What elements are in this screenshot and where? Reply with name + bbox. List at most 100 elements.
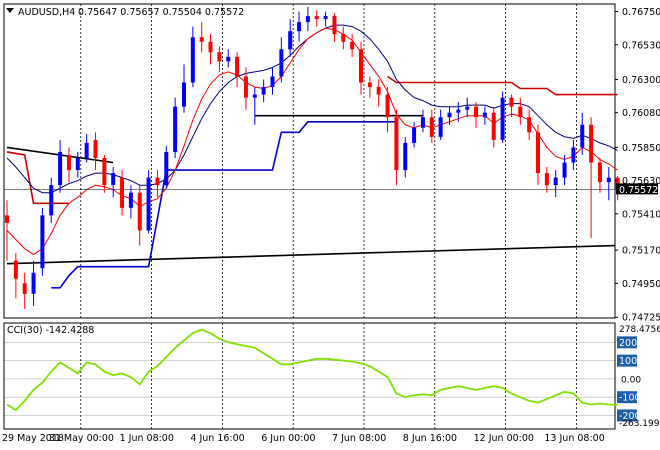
y-tick-label: 0.75850 <box>622 143 660 154</box>
candle-body <box>261 87 266 95</box>
current-price-label: 0.75572 <box>619 185 658 196</box>
candle <box>164 145 169 189</box>
current-price-tag: 0.75572 <box>616 183 658 196</box>
y-tick-label: 0.75410 <box>622 209 660 220</box>
time-axis: 29 May 201831 May 00:00 1 Jun 08:00 4 Jun … <box>2 433 605 444</box>
price-chart[interactable]: 0.76750 0.76530 0.76300 0.76080 0.75850 0.756… <box>0 0 660 450</box>
ohlc-readout: 0.75647 0.75657 0.75504 0.75572 <box>78 7 244 18</box>
candle-body <box>544 173 549 186</box>
candle-body <box>518 106 523 118</box>
candle-body <box>332 16 337 35</box>
candle-body <box>279 49 284 77</box>
candle-body <box>606 177 611 183</box>
candle-body <box>536 132 540 174</box>
symbol-label: AUDUSD,H4 <box>18 7 75 18</box>
candle-body <box>350 41 355 50</box>
cci-level-label: -100 <box>619 393 641 404</box>
candle-body <box>199 37 204 42</box>
y-tick-label: 0.74950 <box>622 279 660 290</box>
candle-body <box>270 76 275 88</box>
x-tick-label: 7 Jun 08:00 <box>332 433 386 444</box>
candle-body <box>22 283 27 294</box>
candle-body <box>75 157 80 171</box>
candle-body <box>562 162 567 178</box>
candle-body <box>429 117 434 137</box>
candle-body <box>252 94 257 98</box>
candle-body <box>474 106 479 118</box>
y-tick-label: 0.76530 <box>622 40 660 51</box>
candle <box>40 207 45 276</box>
candle-body <box>403 142 408 171</box>
candle-body <box>120 177 125 208</box>
cci-level-label: 100 <box>619 356 637 367</box>
y-tick-label: 0.75170 <box>622 246 660 257</box>
cci-title: CCI(30) -142.4288 <box>7 325 94 336</box>
candle-body <box>376 87 381 95</box>
candle-body <box>66 154 71 171</box>
y-tick-label: 0.74725 <box>622 313 660 324</box>
candle-body <box>465 106 470 110</box>
cci-min-label: -263.1997 <box>619 419 660 429</box>
x-tick-label: 8 Jun 16:00 <box>403 433 457 444</box>
candle-body <box>40 215 45 269</box>
candle-body <box>13 260 18 279</box>
candle-body <box>305 16 310 23</box>
candle-body <box>217 52 222 62</box>
candle-body <box>111 173 116 186</box>
candle-body <box>491 112 496 140</box>
y-tick-label: 0.76300 <box>622 75 660 86</box>
candle-body <box>128 192 133 208</box>
candle-body <box>323 16 328 20</box>
candle-body <box>500 97 505 140</box>
candle-body <box>164 151 169 186</box>
candle-body <box>580 124 585 148</box>
cci-max-label: 278.4756 <box>619 325 660 335</box>
y-tick-label: 0.76750 <box>622 7 660 18</box>
candle-body <box>93 139 98 158</box>
x-tick-label: 6 Jun 00:00 <box>261 433 315 444</box>
candle-body <box>553 177 558 186</box>
candle-body <box>137 192 142 231</box>
chart-header: AUDUSD,H4 0.75647 0.75657 0.75504 0.7557… <box>6 7 244 18</box>
candle <box>146 170 151 234</box>
candle-body <box>412 127 417 143</box>
candle-body <box>182 82 186 107</box>
x-tick-label: 4 Jun 16:00 <box>190 433 244 444</box>
candle-body <box>341 34 346 42</box>
candle-body <box>589 124 594 163</box>
candle-body <box>297 22 302 32</box>
candle-body <box>438 117 443 137</box>
candle-body <box>527 117 532 133</box>
candle-body <box>226 56 231 62</box>
candle-body <box>146 177 151 231</box>
candle-body <box>84 142 89 158</box>
candle-body <box>482 112 487 118</box>
candle <box>500 91 505 143</box>
candle-body <box>385 94 390 118</box>
candle <box>173 97 178 158</box>
x-tick-label: 31 May 00:00 <box>49 433 114 444</box>
candle-body <box>456 109 461 113</box>
candle-body <box>208 41 213 53</box>
candle-body <box>31 272 36 294</box>
candle-body <box>190 37 195 83</box>
chart-background <box>0 0 660 450</box>
x-tick-label: 1 Jun 08:00 <box>120 433 174 444</box>
candle-body <box>5 215 9 223</box>
candle-body <box>597 162 602 183</box>
candle-body <box>367 82 372 88</box>
candle-body <box>49 185 54 216</box>
x-tick-label: 13 Jun 08:00 <box>544 433 604 444</box>
candle-body <box>173 106 178 152</box>
candle-body <box>420 117 425 128</box>
candle-body <box>155 177 160 186</box>
candle-body <box>447 112 452 118</box>
candle-body <box>314 16 319 20</box>
candle-body <box>102 157 107 186</box>
cci-level-label: 200 <box>619 338 637 349</box>
candle-body <box>509 97 514 107</box>
candle-body <box>243 76 248 98</box>
candle-body <box>571 147 576 163</box>
candle-body <box>394 117 399 171</box>
candle-body <box>288 31 293 50</box>
